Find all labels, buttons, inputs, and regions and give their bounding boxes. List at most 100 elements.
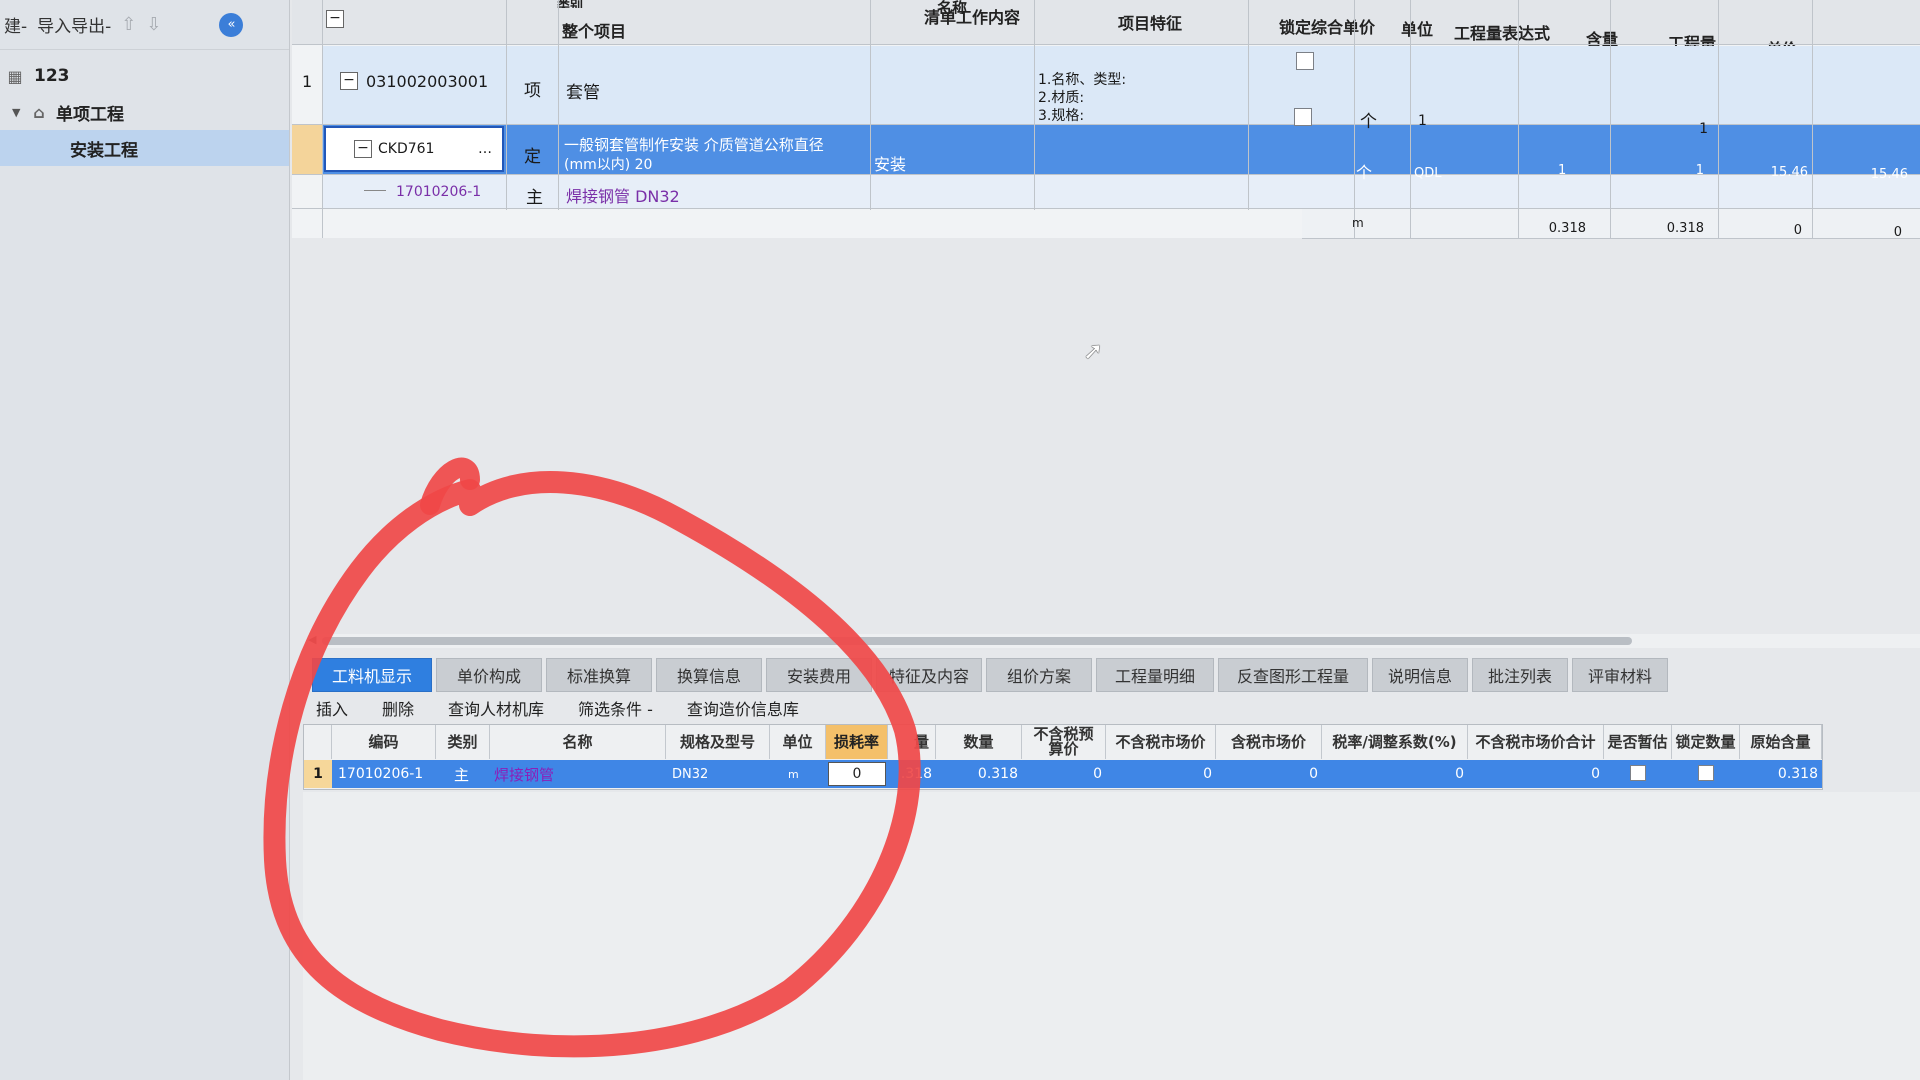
row-2-more-button[interactable]: …	[478, 138, 492, 160]
insert-button[interactable]: 插入	[316, 696, 348, 722]
scroll-left-icon[interactable]: ◀	[308, 633, 316, 646]
header-quantity: 数量	[936, 725, 1022, 759]
cell-pretax-market[interactable]: 0	[1108, 760, 1212, 788]
row-1-lock-price-checkbox[interactable]	[1294, 108, 1312, 126]
query-labor-library-button[interactable]: 查询人材机库	[448, 696, 544, 722]
grid-line	[1410, 0, 1411, 238]
grid-line	[292, 44, 1920, 45]
tab-pricing-plan[interactable]: 组价方案	[986, 658, 1092, 692]
row-1-quantity: 1	[1699, 121, 1708, 137]
tree-item-label: 安装工程	[70, 140, 138, 161]
cell-content-qty[interactable]: .318	[890, 760, 932, 788]
header-spec: 规格及型号	[666, 725, 770, 759]
row-3-name: 焊接钢管 DN32	[566, 187, 680, 206]
grid-line	[1248, 0, 1249, 210]
query-price-info-button[interactable]: 查询造价信息库	[687, 696, 799, 722]
row-4-bg	[1302, 208, 1920, 238]
collapse-all-icon[interactable]: −	[326, 10, 344, 28]
row-2-collapse-icon[interactable]: −	[354, 140, 372, 158]
cell-unit[interactable]: m	[788, 760, 799, 788]
tab-reverse-graphic-qty[interactable]: 反查图形工程量	[1218, 658, 1368, 692]
cell-name[interactable]: 焊接钢管	[494, 760, 554, 788]
horizontal-scrollbar[interactable]: ◀	[308, 633, 1920, 648]
header-type-cut: 类别	[556, 0, 583, 8]
cell-spec[interactable]: DN32	[672, 760, 708, 788]
cell-pretax-market-total[interactable]: 0	[1470, 760, 1600, 788]
header-tax-market: 含税市场价	[1216, 725, 1322, 759]
expand-arrow-icon[interactable]: ▼	[12, 106, 26, 119]
grid-line	[322, 0, 323, 238]
cell-type[interactable]: 主	[454, 760, 469, 788]
grid-line	[1034, 0, 1035, 210]
scrollbar-thumb[interactable]	[322, 637, 1632, 645]
row-1-name: 套管	[566, 82, 600, 103]
tree-item-label: 单项工程	[56, 104, 124, 125]
tab-features-content[interactable]: 特征及内容	[876, 658, 982, 692]
row-2-name-line1: 一般钢套管制作安装 介质管道公称直径	[564, 135, 824, 154]
grid-line	[1354, 0, 1355, 238]
cell-tax-rate[interactable]: 0	[1324, 760, 1464, 788]
tree-connector	[364, 190, 386, 191]
tab-annotations[interactable]: 批注列表	[1472, 658, 1568, 692]
row-2-qty-expr: QDL	[1414, 165, 1442, 181]
cell-pretax-budget[interactable]: 0	[1024, 760, 1102, 788]
row-2-quantity: 1	[1695, 162, 1704, 178]
row-2-content-qty: 1	[1558, 162, 1567, 178]
grid-line	[1610, 0, 1611, 238]
header-pretax-budget: 不含税预算价	[1022, 725, 1106, 759]
tab-labor-material[interactable]: 工料机显示	[312, 658, 432, 692]
arrow-down-icon[interactable]: ⇩	[146, 14, 161, 35]
lock-price-checkbox-header[interactable]	[1296, 52, 1314, 70]
grid-line	[292, 208, 1920, 209]
bottom-empty-area	[303, 792, 1920, 1080]
row-2-name-line2: (mm以内) 20	[564, 157, 653, 173]
row-1-collapse-icon[interactable]: −	[340, 72, 358, 90]
row-1-index: 1	[302, 71, 313, 91]
header-unit: 单位	[770, 725, 826, 759]
sidebar: 建- 导入导出- ⇧ ⇩ « ▦ 123 ▼ ⌂ 单项工程 安装工程	[0, 0, 290, 1080]
row-3-type: 主	[526, 187, 543, 207]
arrow-up-icon[interactable]: ⇧	[121, 14, 136, 35]
tab-standard-conversion[interactable]: 标准换算	[546, 658, 652, 692]
header-orig-content: 原始含量	[1740, 725, 1822, 759]
grid-line	[558, 0, 559, 210]
tab-install-fee[interactable]: 安装费用	[766, 658, 872, 692]
cell-tax-market[interactable]: 0	[1218, 760, 1318, 788]
row-2-unit-price: 15.46	[1770, 164, 1808, 180]
row-1-qty-expr: 1	[1418, 113, 1427, 129]
is-estimate-checkbox[interactable]	[1630, 765, 1646, 781]
row-1-feature-1: 1.名称、类型:	[1038, 72, 1127, 88]
labor-material-grid: 编码 类别 名称 规格及型号 单位 损耗率 量 数量 不含税预算价 不含税市场价…	[303, 724, 1823, 790]
tab-description[interactable]: 说明信息	[1372, 658, 1468, 692]
header-content-qty: 量	[888, 725, 936, 759]
header-name: 名称	[490, 725, 666, 759]
new-button[interactable]: 建-	[4, 12, 27, 37]
bottom-tabs: 工料机显示 单价构成 标准换算 换算信息 安装费用 特征及内容 组价方案 工程量…	[312, 658, 1668, 692]
tree-item-single-project[interactable]: ▼ ⌂ 单项工程	[0, 94, 289, 130]
loss-rate-input[interactable]: 0	[828, 762, 886, 786]
tab-quantity-detail[interactable]: 工程量明细	[1096, 658, 1214, 692]
grid-line	[506, 0, 507, 210]
tab-conversion-info[interactable]: 换算信息	[656, 658, 762, 692]
filter-dropdown[interactable]: 筛选条件 -	[578, 696, 653, 722]
import-export-button[interactable]: 导入导出-	[37, 12, 111, 37]
row-1-type: 项	[524, 80, 541, 101]
tree-item-install-project[interactable]: 安装工程	[0, 130, 289, 166]
row-3-unit: m	[1352, 216, 1364, 230]
tab-review-materials[interactable]: 评审材料	[1572, 658, 1668, 692]
grid-line	[1518, 0, 1519, 238]
cell-orig-content[interactable]: 0.318	[1744, 760, 1818, 788]
delete-button[interactable]: 删除	[382, 696, 414, 722]
tab-price-composition[interactable]: 单价构成	[436, 658, 542, 692]
cell-quantity[interactable]: 0.318	[938, 760, 1018, 788]
row-2-type: 定	[524, 146, 541, 167]
header-pretax-market: 不含税市场价	[1106, 725, 1216, 759]
grid-line	[1812, 0, 1813, 238]
building-icon: ▦	[7, 66, 23, 86]
collapse-icon[interactable]: «	[219, 12, 244, 37]
cell-code[interactable]: 17010206-1	[338, 760, 423, 788]
sidebar-toolbar: 建- 导入导出- ⇧ ⇩ «	[0, 0, 289, 50]
tree-item-project[interactable]: ▦ 123	[0, 58, 289, 94]
header-loss-rate: 损耗率	[826, 725, 888, 759]
lock-qty-checkbox[interactable]	[1698, 765, 1714, 781]
